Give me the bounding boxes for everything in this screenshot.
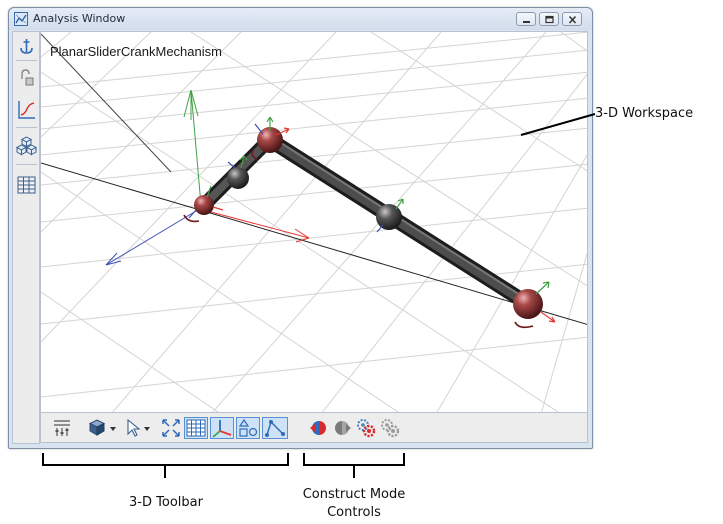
lock-joint-button[interactable]	[15, 66, 38, 90]
construct-gear-b-icon	[381, 419, 400, 438]
zoom-fit-button[interactable]	[160, 417, 182, 439]
construct-gear-a-button[interactable]	[355, 417, 377, 439]
ground-grid	[41, 32, 587, 412]
3d-toolbar	[40, 413, 588, 443]
construct-mode-a-button[interactable]	[308, 417, 330, 439]
toolbar-callout: 3-D Toolbar	[129, 495, 203, 510]
scene[interactable]	[41, 32, 588, 413]
settings-icon	[54, 420, 70, 436]
anchor-icon	[20, 39, 33, 54]
close-icon	[568, 15, 577, 24]
construct-mode-b-icon	[335, 421, 351, 435]
maximize-icon	[545, 15, 554, 24]
minimize-button[interactable]	[516, 12, 536, 26]
left-toolbar	[12, 31, 40, 444]
zoom-fit-icon	[162, 419, 180, 437]
toolbar-separator	[16, 127, 37, 128]
grid-icon	[186, 419, 206, 437]
window-title: Analysis Window	[33, 12, 126, 25]
slider-joint[interactable]	[513, 289, 543, 319]
bodies-icon	[15, 136, 38, 156]
toolbar-separator	[16, 164, 37, 165]
table-button[interactable]	[15, 173, 38, 197]
app-icon	[14, 12, 28, 26]
anchor-button[interactable]	[15, 35, 38, 59]
ground-revolute-joint[interactable]	[194, 195, 214, 215]
construct-callout-line2: Controls	[327, 505, 381, 520]
construct-mode-b-button[interactable]	[331, 417, 353, 439]
path-icon	[265, 420, 285, 437]
path-toggle-button[interactable]	[262, 417, 288, 439]
close-button[interactable]	[562, 12, 582, 26]
toolbar-separator	[16, 60, 37, 61]
axes-icon	[212, 420, 232, 438]
table-icon	[17, 176, 36, 194]
title-bar[interactable]: Analysis Window	[9, 8, 592, 30]
pointer-icon	[127, 418, 150, 437]
construct-gear-a-icon	[357, 419, 376, 438]
grid-toggle-button[interactable]	[184, 417, 208, 439]
3d-workspace[interactable]: PlanarSliderCrankMechanism	[40, 31, 588, 413]
crank-mass-sphere[interactable]	[227, 167, 249, 189]
view-cube-button[interactable]	[87, 417, 121, 439]
rod-mass-sphere[interactable]	[376, 204, 402, 230]
lock-joint-icon	[21, 69, 34, 86]
workspace-callout: 3-D Workspace	[595, 106, 694, 121]
pointer-button[interactable]	[123, 417, 155, 439]
construct-callout: Construct Mode Controls	[284, 486, 424, 522]
shapes-toggle-button[interactable]	[236, 417, 260, 439]
settings-button[interactable]	[52, 417, 72, 439]
plot-icon	[18, 101, 35, 119]
axes-toggle-button[interactable]	[210, 417, 234, 439]
minimize-icon	[523, 21, 530, 23]
construct-gear-b-button[interactable]	[379, 417, 401, 439]
construct-mode-a-icon	[310, 421, 326, 435]
bodies-button[interactable]	[15, 134, 38, 158]
analysis-window: Analysis Window PlanarSliderCrankMechani…	[8, 7, 593, 449]
plot-button[interactable]	[15, 98, 38, 122]
shapes-icon	[238, 418, 258, 437]
maximize-button[interactable]	[539, 12, 559, 26]
construct-callout-line1: Construct Mode	[302, 487, 406, 502]
page: Analysis Window PlanarSliderCrankMechani…	[0, 0, 723, 524]
view-cube-icon	[88, 419, 116, 436]
model-name: PlanarSliderCrankMechanism	[50, 44, 222, 59]
